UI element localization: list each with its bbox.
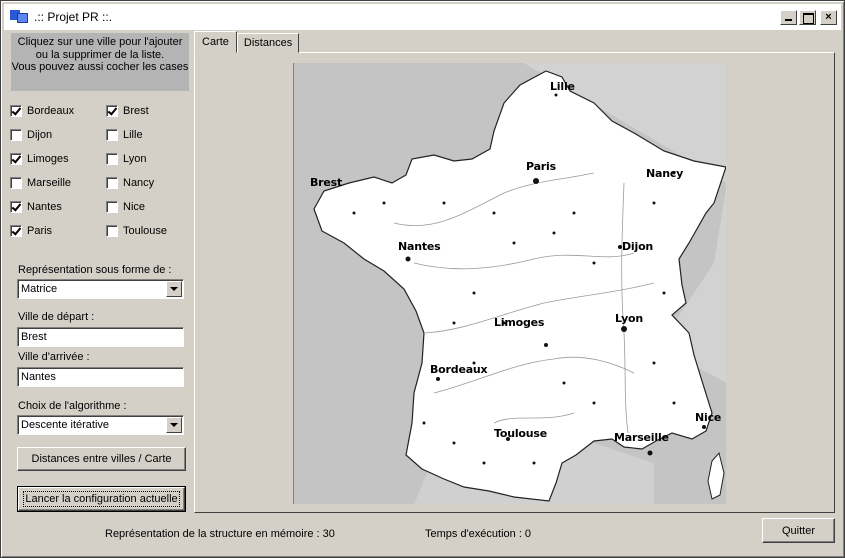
arrivee-input[interactable]: Nantes [17, 367, 184, 387]
city-checkbox-bordeaux[interactable]: Bordeaux [10, 103, 74, 119]
algorithm-label: Choix de l'algorithme : [18, 400, 127, 412]
city-checkbox-toulouse[interactable]: Toulouse [106, 223, 167, 239]
checkbox[interactable] [106, 129, 118, 141]
checkbox[interactable] [10, 105, 22, 117]
city-label: Nantes [27, 201, 62, 213]
city-checkbox-paris[interactable]: Paris [10, 223, 52, 239]
checkbox[interactable] [10, 153, 22, 165]
city-checkbox-nancy[interactable]: Nancy [106, 175, 154, 191]
dropdown-arrow-icon[interactable] [166, 281, 182, 297]
instructions-line: Cliquez sur une ville pour l'ajouter [17, 36, 183, 48]
city-checkbox-nantes[interactable]: Nantes [10, 199, 62, 215]
city-label-toulouse: Toulouse [494, 427, 547, 440]
checkbox[interactable] [10, 177, 22, 189]
city-checkbox-brest[interactable]: Brest [106, 103, 149, 119]
city-label-dijon: Dijon [622, 240, 654, 253]
city-label: Nancy [123, 177, 155, 189]
city-label: Limoges [27, 153, 69, 165]
checkbox[interactable] [10, 225, 22, 237]
city-checkbox-nice[interactable]: Nice [106, 199, 145, 215]
checkbox[interactable] [106, 105, 118, 117]
city-label: Dijon [27, 129, 53, 141]
checkbox[interactable] [106, 153, 118, 165]
city-label-paris: Paris [526, 160, 556, 173]
city-label-marseille: Marseille [614, 431, 669, 444]
launch-button[interactable]: Lancer la configuration actuelle [17, 486, 186, 512]
city-label-lyon: Lyon [615, 312, 644, 325]
city-label: Lille [123, 129, 143, 141]
city-label-nice: Nice [695, 411, 722, 424]
city-label-nancy: Nancy [646, 167, 684, 180]
window-controls: × [780, 9, 837, 25]
representation-select[interactable]: Matrice [17, 279, 184, 299]
algorithm-select[interactable]: Descente itérative [17, 415, 184, 435]
representation-value: Matrice [21, 283, 58, 295]
execution-time-status: Temps d'exécution : 0 [425, 528, 532, 540]
city-checkbox-lyon[interactable]: Lyon [106, 151, 146, 167]
depart-input[interactable]: Brest [17, 327, 184, 347]
checkbox[interactable] [10, 201, 22, 213]
city-label: Marseille [27, 177, 72, 189]
city-label: Nice [123, 201, 146, 213]
dropdown-arrow-icon[interactable] [166, 417, 182, 433]
city-checkbox-dijon[interactable]: Dijon [10, 127, 52, 143]
city-label: Brest [123, 105, 149, 117]
city-checkbox-marseille[interactable]: Marseille [10, 175, 71, 191]
instructions-line: Vous pouvez aussi cocher les cases [11, 61, 189, 73]
tab-carte[interactable]: Carte [194, 31, 237, 53]
checkbox[interactable] [106, 201, 118, 213]
algorithm-value: Descente itérative [21, 419, 110, 431]
city-label-limoges: Limoges [494, 316, 545, 329]
arrivee-label: Ville d'arrivée : [18, 351, 90, 363]
tab-distances[interactable]: Distances [236, 33, 300, 53]
window-title: .:: Projet PR ::. [34, 10, 113, 24]
city-label-nantes: Nantes [398, 240, 441, 253]
city-label: Bordeaux [27, 105, 75, 117]
memory-status: Représentation de la structure en mémoir… [105, 528, 335, 540]
maximize-button[interactable] [799, 9, 816, 25]
distances-button[interactable]: Distances entre villes / Carte [17, 447, 186, 471]
close-button[interactable]: × [820, 9, 837, 25]
launch-button-label: Lancer la configuration actuelle [23, 491, 180, 507]
quit-button[interactable]: Quitter [762, 518, 835, 543]
city-label: Paris [27, 225, 53, 237]
minimize-button[interactable] [780, 9, 797, 25]
depart-label: Ville de départ : [18, 311, 95, 323]
tab-strip: Carte Distances [194, 31, 300, 53]
representation-label: Représentation sous forme de : [18, 264, 172, 276]
city-label-lille: Lille [550, 80, 575, 93]
instructions-line: ou la supprimer de la liste. [35, 48, 165, 61]
checkbox[interactable] [10, 129, 22, 141]
app-icon [10, 10, 28, 24]
city-label-brest: Brest [310, 176, 343, 189]
city-label: Lyon [123, 153, 147, 165]
city-checkbox-lille[interactable]: Lille [106, 127, 143, 143]
main-window: .:: Projet PR ::. × Cliquez sur une vill… [0, 0, 845, 558]
instructions-panel: Cliquez sur une ville pour l'ajouter ou … [11, 33, 189, 91]
france-map[interactable]: Lille Paris Nancy Brest Nantes Dijon Lim… [293, 63, 726, 504]
city-label-bordeaux: Bordeaux [430, 363, 488, 376]
checkbox[interactable] [106, 177, 118, 189]
city-label: Toulouse [123, 225, 168, 237]
checkbox[interactable] [106, 225, 118, 237]
city-checkbox-limoges[interactable]: Limoges [10, 151, 69, 167]
title-bar[interactable]: .:: Projet PR ::. × [4, 4, 841, 30]
